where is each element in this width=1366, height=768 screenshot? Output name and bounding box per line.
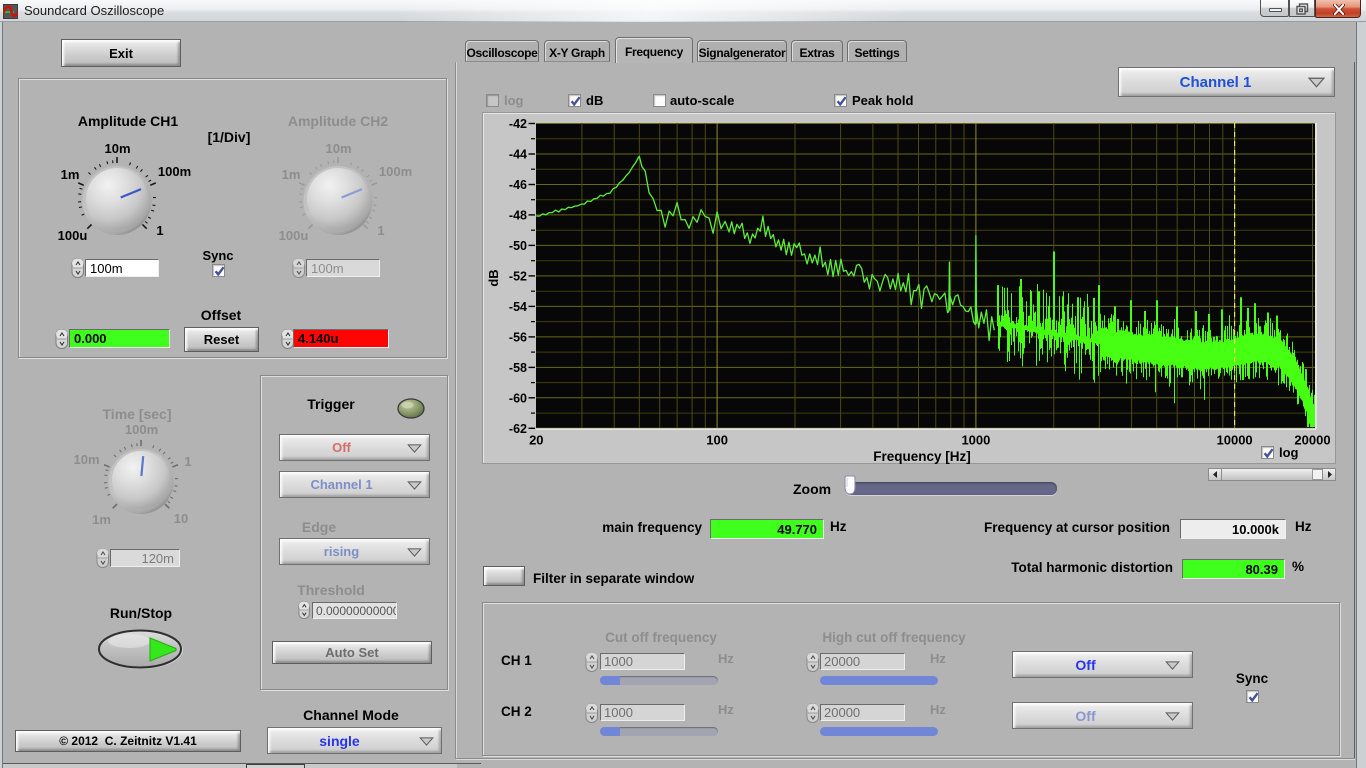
- svg-text:-46: -46: [509, 178, 527, 192]
- svg-text:dB: dB: [486, 269, 501, 286]
- svg-text:-42: -42: [509, 117, 527, 131]
- svg-text:-62: -62: [509, 422, 527, 436]
- svg-text:20000: 20000: [1294, 433, 1330, 448]
- svg-text:-44: -44: [509, 148, 527, 162]
- svg-text:-58: -58: [509, 361, 527, 375]
- svg-text:-54: -54: [509, 300, 527, 314]
- svg-text:100: 100: [706, 433, 728, 448]
- svg-text:20: 20: [529, 433, 543, 448]
- svg-text:-56: -56: [509, 330, 527, 344]
- svg-text:-52: -52: [509, 269, 527, 283]
- svg-text:1000: 1000: [961, 433, 990, 448]
- svg-text:10000: 10000: [1217, 433, 1253, 448]
- svg-text:-60: -60: [509, 391, 527, 405]
- svg-text:-50: -50: [509, 239, 527, 253]
- svg-text:-48: -48: [509, 208, 527, 222]
- svg-text:Frequency [Hz]: Frequency [Hz]: [873, 449, 971, 464]
